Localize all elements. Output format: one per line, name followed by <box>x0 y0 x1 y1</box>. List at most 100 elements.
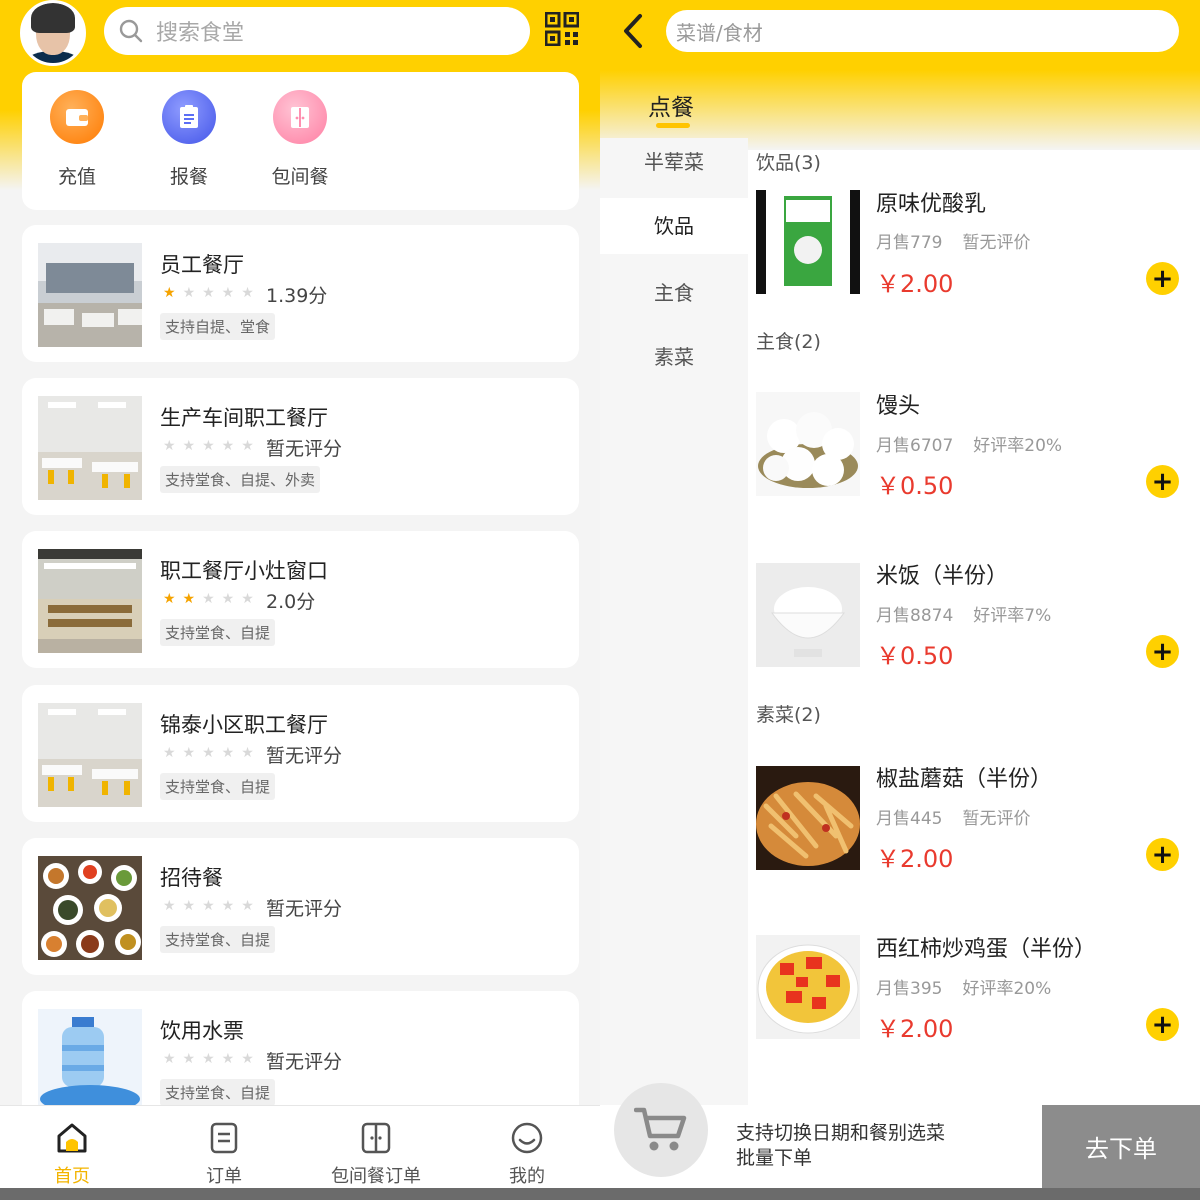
rating-stars: ★★★★★ <box>163 438 261 454</box>
rating-stars: ★★★★★ <box>163 285 261 301</box>
qr-scan-icon[interactable] <box>545 12 579 46</box>
quick-action-label: 充值 <box>57 166 96 188</box>
wallet-icon <box>50 90 104 144</box>
dish-review: 好评率20% <box>962 979 1052 999</box>
room-order-icon <box>361 1122 391 1154</box>
canteen-tags: 支持堂食、自提 <box>160 926 276 953</box>
dish-sales: 月售6707 <box>876 436 954 456</box>
section-header: 饮品(3) <box>756 152 821 174</box>
dish-sales: 月售395 <box>876 979 943 999</box>
add-to-cart-button[interactable]: + <box>1146 262 1179 295</box>
tab-label: 首页 <box>54 1166 90 1187</box>
canteen-search-input[interactable]: 搜索食堂 <box>104 7 530 55</box>
canteen-photo <box>38 549 142 653</box>
tab-home[interactable]: 首页 <box>12 1120 132 1188</box>
dish-photo <box>756 766 860 870</box>
add-to-cart-button[interactable]: + <box>1146 635 1179 668</box>
tab-orders[interactable]: 订单 <box>164 1120 284 1188</box>
canteen-name: 锦泰小区职工餐厅 <box>160 713 328 737</box>
rating-stars: ★★★★★ <box>163 591 261 607</box>
canteen-card[interactable]: 招待餐 ★★★★★ 暂无评分 支持堂食、自提 <box>22 838 579 975</box>
cart-hint-line2: 批量下单 <box>736 1147 813 1169</box>
rating-stars: ★★★★★ <box>163 1051 261 1067</box>
dish-meta: 月售445 暂无评价 <box>876 804 1030 829</box>
clipboard-icon <box>162 90 216 144</box>
dish-name: 西红柿炒鸡蛋（半份） <box>876 937 1097 962</box>
rating-stars: ★★★★★ <box>163 745 261 761</box>
add-to-cart-button[interactable]: + <box>1146 1008 1179 1041</box>
order-icon <box>210 1122 238 1154</box>
dish-meta: 月售8874 好评率7% <box>876 601 1051 626</box>
category-item[interactable]: 素菜 <box>600 332 748 382</box>
dish-review: 好评率7% <box>973 606 1052 626</box>
rating-stars: ★★★★★ <box>163 898 261 914</box>
tab-room-orders[interactable]: 包间餐订单 <box>316 1120 436 1188</box>
tab-profile[interactable]: 我的 <box>467 1120 587 1188</box>
dish-meta: 月售395 好评率20% <box>876 974 1051 999</box>
canteen-card[interactable]: 职工餐厅小灶窗口 ★★★★★ 2.0分 支持堂食、自提 <box>22 531 579 668</box>
home-icon <box>57 1123 87 1153</box>
canteen-card[interactable]: 生产车间职工餐厅 ★★★★★ 暂无评分 支持堂食、自提、外卖 <box>22 378 579 515</box>
dish-photo <box>756 563 860 667</box>
plus-icon: + <box>1151 839 1174 870</box>
dish-name: 椒盐蘑菇（半份） <box>876 767 1053 792</box>
bottom-tab-bar: 首页 订单 包间餐订单 我的 <box>0 1105 600 1200</box>
cart-button[interactable] <box>614 1083 708 1177</box>
menu-order-screen: 菜谱/食材 点餐 半荤菜 饮品 主食 素菜 饮品(3) 原味优酸乳 月售779 暂… <box>600 0 1200 1200</box>
quick-action-report-meal[interactable]: 报餐 <box>149 90 229 189</box>
section-header: 素菜(2) <box>756 704 821 726</box>
plus-icon: + <box>1151 466 1174 497</box>
canteen-tags: 支持堂食、自提、外卖 <box>160 466 321 493</box>
canteen-name: 饮用水票 <box>160 1019 244 1043</box>
avatar[interactable] <box>20 0 86 66</box>
back-chevron-icon[interactable] <box>618 10 648 52</box>
cart-bar: 支持切换日期和餐别选菜 批量下单 去下单 <box>600 1083 1200 1188</box>
canteen-tags: 支持自提、堂食 <box>160 313 276 340</box>
title-underline <box>656 123 690 128</box>
dish-price: ￥2.00 <box>876 845 954 873</box>
search-icon <box>119 19 143 43</box>
canteen-photo <box>38 243 142 347</box>
dish-review: 暂无评价 <box>962 809 1031 829</box>
canteen-rating: 暂无评分 <box>266 1051 343 1073</box>
quick-actions-card: 充值 报餐 包间餐 <box>22 72 579 210</box>
dish-price: ￥2.00 <box>876 1015 954 1043</box>
canteen-tags: 支持堂食、自提 <box>160 619 276 646</box>
add-to-cart-button[interactable]: + <box>1146 838 1179 871</box>
page-title: 点餐 <box>648 95 694 121</box>
add-to-cart-button[interactable]: + <box>1146 465 1179 498</box>
checkout-button[interactable]: 去下单 <box>1042 1105 1200 1188</box>
dish-meta: 月售779 暂无评价 <box>876 228 1030 253</box>
canteen-card[interactable]: 锦泰小区职工餐厅 ★★★★★ 暂无评分 支持堂食、自提 <box>22 685 579 822</box>
cart-hint-line1: 支持切换日期和餐别选菜 <box>736 1122 946 1144</box>
plus-icon: + <box>1151 636 1174 667</box>
canteen-name: 员工餐厅 <box>160 253 244 277</box>
category-item[interactable]: 半荤菜 <box>600 138 748 188</box>
quick-action-recharge[interactable]: 充值 <box>37 90 117 189</box>
dish-price: ￥0.50 <box>876 472 954 500</box>
profile-icon <box>511 1122 543 1154</box>
canteen-list-screen: 搜索食堂 充值 报餐 包间餐 员工餐厅 ★★★★★ 1.39分 支持自提、堂食 … <box>0 0 600 1200</box>
category-item[interactable]: 主食 <box>600 268 748 318</box>
quick-action-label: 包间餐 <box>271 166 329 188</box>
canteen-name: 招待餐 <box>160 866 223 890</box>
door-icon <box>273 90 327 144</box>
cart-hint: 支持切换日期和餐别选菜 批量下单 <box>736 1121 945 1171</box>
dish-name: 馒头 <box>876 394 921 419</box>
canteen-photo <box>38 1009 142 1113</box>
system-navigation-strip <box>0 1188 1200 1200</box>
dish-review: 暂无评价 <box>962 233 1031 253</box>
dish-search-input[interactable]: 菜谱/食材 <box>666 10 1179 52</box>
tab-label: 订单 <box>206 1166 242 1187</box>
canteen-photo <box>38 856 142 960</box>
dish-name: 原味优酸乳 <box>876 192 987 217</box>
quick-action-private-room[interactable]: 包间餐 <box>260 90 340 189</box>
category-item-active[interactable]: 饮品 <box>600 198 748 254</box>
plus-icon: + <box>1151 1009 1174 1040</box>
search-placeholder: 搜索食堂 <box>156 21 245 46</box>
tab-label: 我的 <box>509 1166 545 1187</box>
canteen-card[interactable]: 员工餐厅 ★★★★★ 1.39分 支持自提、堂食 <box>22 225 579 362</box>
dish-photo <box>756 392 860 496</box>
dish-sales: 月售445 <box>876 809 943 829</box>
shopping-cart-icon <box>634 1107 687 1151</box>
